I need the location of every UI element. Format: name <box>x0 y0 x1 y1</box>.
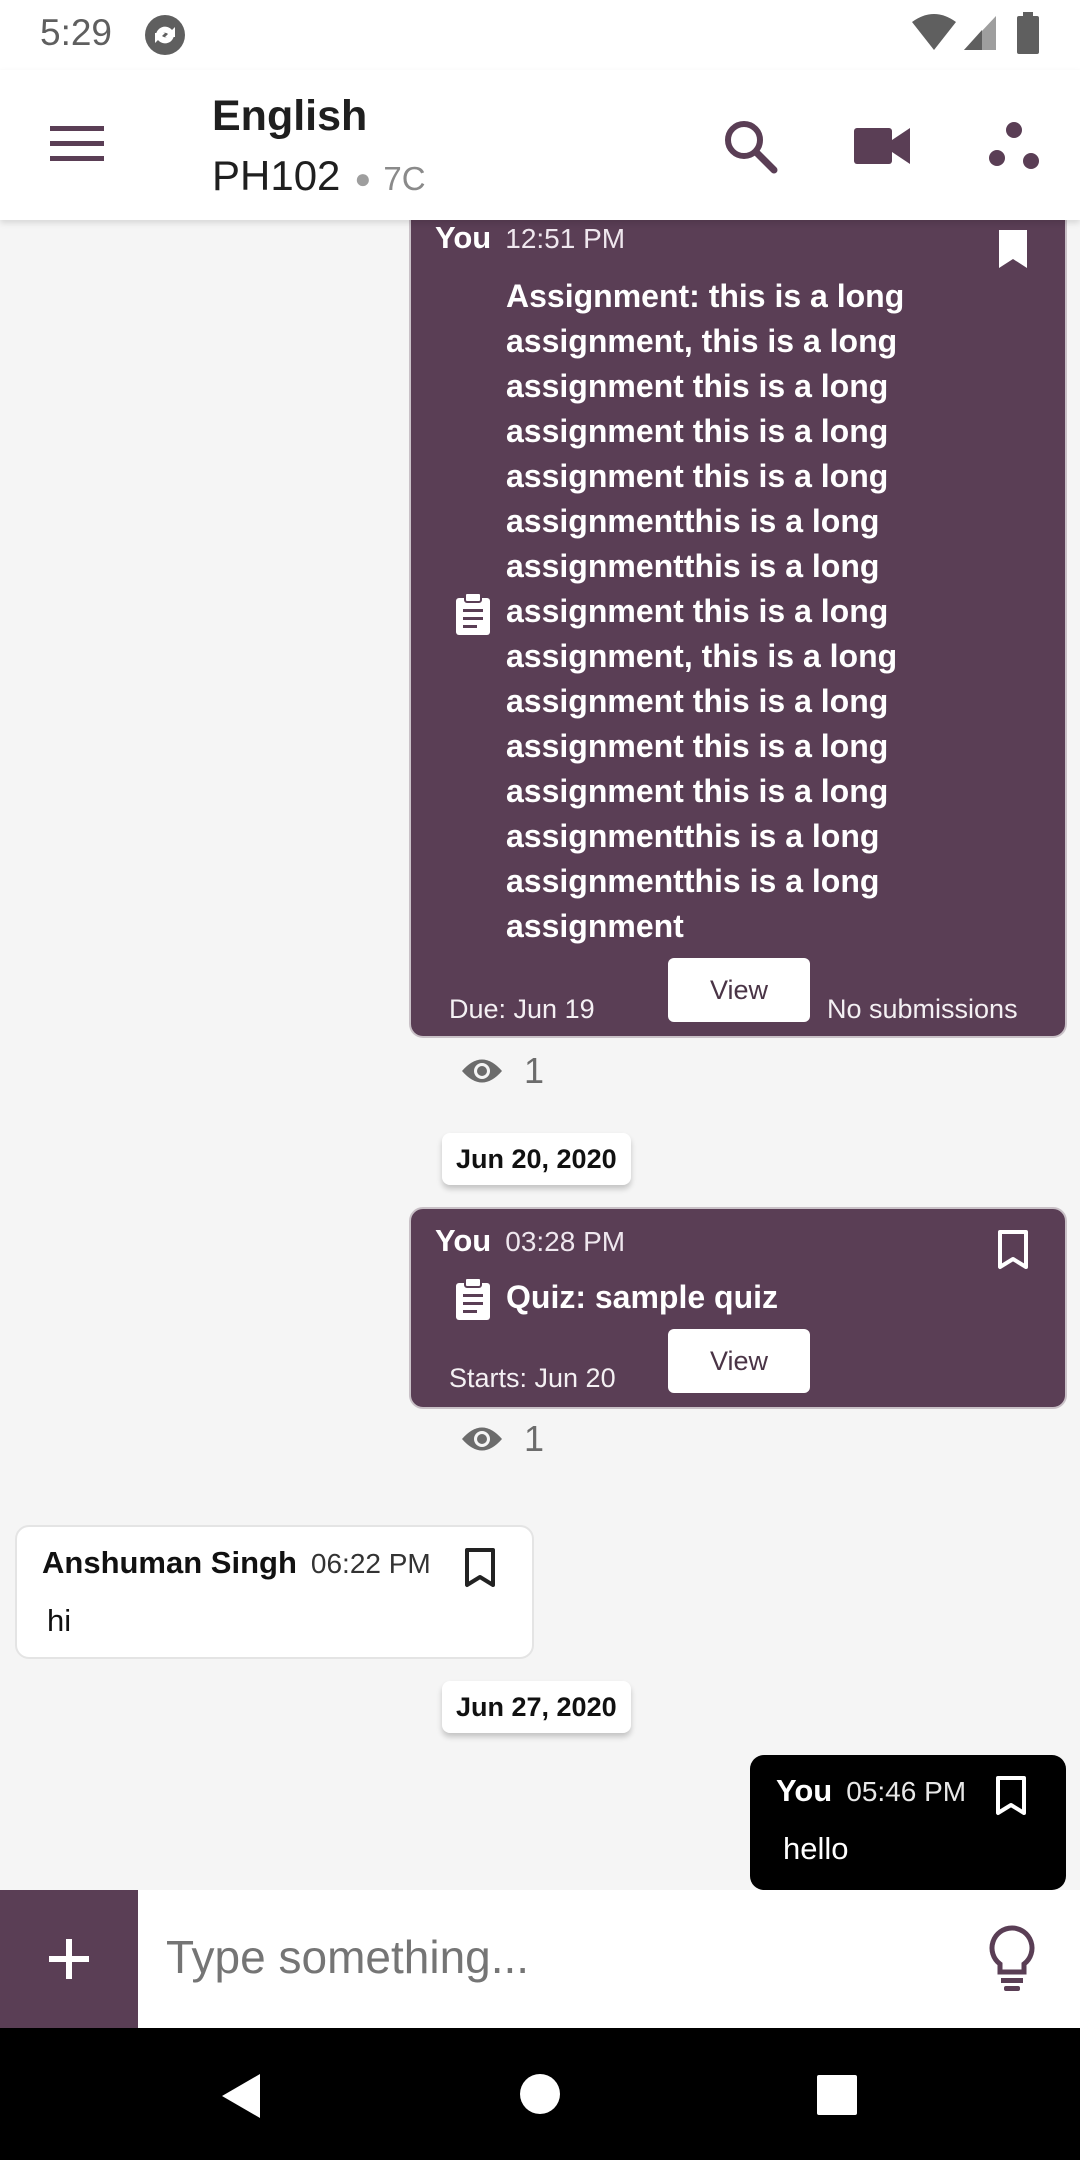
eye-icon <box>462 1427 502 1451</box>
text-line: assignment this is a long <box>506 728 889 764</box>
text-line: assignmentthis is a long <box>506 503 880 539</box>
text-line: assignment, this is a long <box>506 638 898 674</box>
message-header: You 05:46 PM <box>776 1773 966 1809</box>
seen-count: 1 <box>460 1050 544 1092</box>
text-line: assignment this is a long <box>506 458 889 494</box>
system-nav-bar <box>0 2028 1080 2160</box>
message-time: 03:28 PM <box>505 1226 626 1257</box>
date-divider: Jun 20, 2020 <box>442 1133 631 1185</box>
message-header: You 03:28 PM <box>435 1223 625 1259</box>
text-line: assignmentthis is a long <box>506 548 880 584</box>
message-text: hello <box>783 1831 849 1866</box>
recents-icon[interactable] <box>816 2074 858 2116</box>
text-line: assignment this is a long <box>506 368 889 404</box>
message-time: 05:46 PM <box>846 1776 967 1807</box>
seen-number: 1 <box>524 1050 545 1091</box>
wifi-icon <box>912 14 956 50</box>
menu-icon <box>50 126 104 161</box>
message-input[interactable] <box>166 1930 926 1984</box>
quiz-title: Quiz: sample quiz <box>506 1279 779 1315</box>
assignment-text: Assignment: this is a long assignment, t… <box>506 274 1026 949</box>
video-call-button[interactable] <box>844 108 920 184</box>
menu-button[interactable] <box>40 112 116 176</box>
quiz-card[interactable]: You 03:28 PM Quiz: sample quiz Starts: Ju… <box>409 1207 1067 1409</box>
section-label: 7C <box>383 160 426 197</box>
page-subtitle: PH102 ● 7C <box>212 152 426 200</box>
view-button[interactable]: View <box>668 958 810 1022</box>
start-date: Starts: Jun 20 <box>449 1363 616 1393</box>
assignment-card[interactable]: You 12:51 PM Assignment: this is a long a… <box>409 206 1067 1038</box>
text-line: assignment this is a long <box>506 413 889 449</box>
text-line: assignmentthis is a long <box>506 818 880 854</box>
text-line: Assignment: this is a long <box>506 278 905 314</box>
sender-name: Anshuman Singh <box>42 1545 297 1580</box>
message-header: You 12:51 PM <box>435 220 625 256</box>
app-bar: English PH102 ● 7C <box>0 70 1080 220</box>
lightbulb-icon[interactable] <box>982 1924 1042 1992</box>
eye-icon <box>462 1059 502 1083</box>
clipboard-icon <box>456 1277 490 1320</box>
text-line: assignment this is a long <box>506 773 889 809</box>
page-title: English <box>212 92 368 140</box>
message-header: Anshuman Singh 06:22 PM <box>42 1545 431 1581</box>
text-line: assignment this is a long <box>506 593 889 629</box>
search-icon <box>725 121 778 174</box>
signal-icon <box>964 16 996 50</box>
bookmark-icon[interactable] <box>996 228 1030 270</box>
text-line: assignmentthis is a long <box>506 863 880 899</box>
status-bar: 5:29 <box>0 0 1080 70</box>
seen-number: 1 <box>524 1418 545 1459</box>
bookmark-icon[interactable] <box>996 1229 1030 1271</box>
sync-icon <box>145 15 185 55</box>
text-line: assignment this is a long <box>506 683 889 719</box>
back-icon[interactable] <box>218 2072 262 2120</box>
incoming-message[interactable]: Anshuman Singh 06:22 PM hi <box>15 1525 534 1659</box>
battery-icon <box>1017 12 1039 54</box>
text-line: assignment <box>506 908 684 944</box>
status-time: 5:29 <box>40 12 113 53</box>
clipboard-icon <box>456 592 490 635</box>
submissions-status: No submissions <box>827 994 1018 1024</box>
share-button[interactable] <box>976 108 1052 184</box>
add-attachment-button[interactable] <box>0 1890 138 2028</box>
sender-name: You <box>776 1773 833 1808</box>
video-icon <box>854 128 910 164</box>
sender-name: You <box>435 1223 492 1258</box>
home-icon[interactable] <box>518 2072 562 2116</box>
outgoing-message[interactable]: You 05:46 PM hello <box>750 1755 1066 1890</box>
message-time: 12:51 PM <box>505 223 626 254</box>
message-text: hi <box>47 1603 72 1638</box>
due-date: Due: Jun 19 <box>449 994 595 1024</box>
composer-bar <box>0 1890 1080 2028</box>
separator-dot: ● <box>354 162 372 194</box>
bookmark-icon[interactable] <box>994 1775 1028 1817</box>
view-button[interactable]: View <box>668 1329 810 1393</box>
bookmark-icon[interactable] <box>463 1547 497 1589</box>
plus-icon <box>49 1939 89 1979</box>
sender-name: You <box>435 220 492 255</box>
date-divider: Jun 27, 2020 <box>442 1681 631 1733</box>
course-code: PH102 <box>212 152 341 199</box>
search-button[interactable] <box>712 108 788 184</box>
text-line: assignment, this is a long <box>506 323 898 359</box>
share-icon <box>989 122 1039 169</box>
message-time: 06:22 PM <box>310 1548 431 1579</box>
seen-count: 1 <box>460 1418 544 1460</box>
